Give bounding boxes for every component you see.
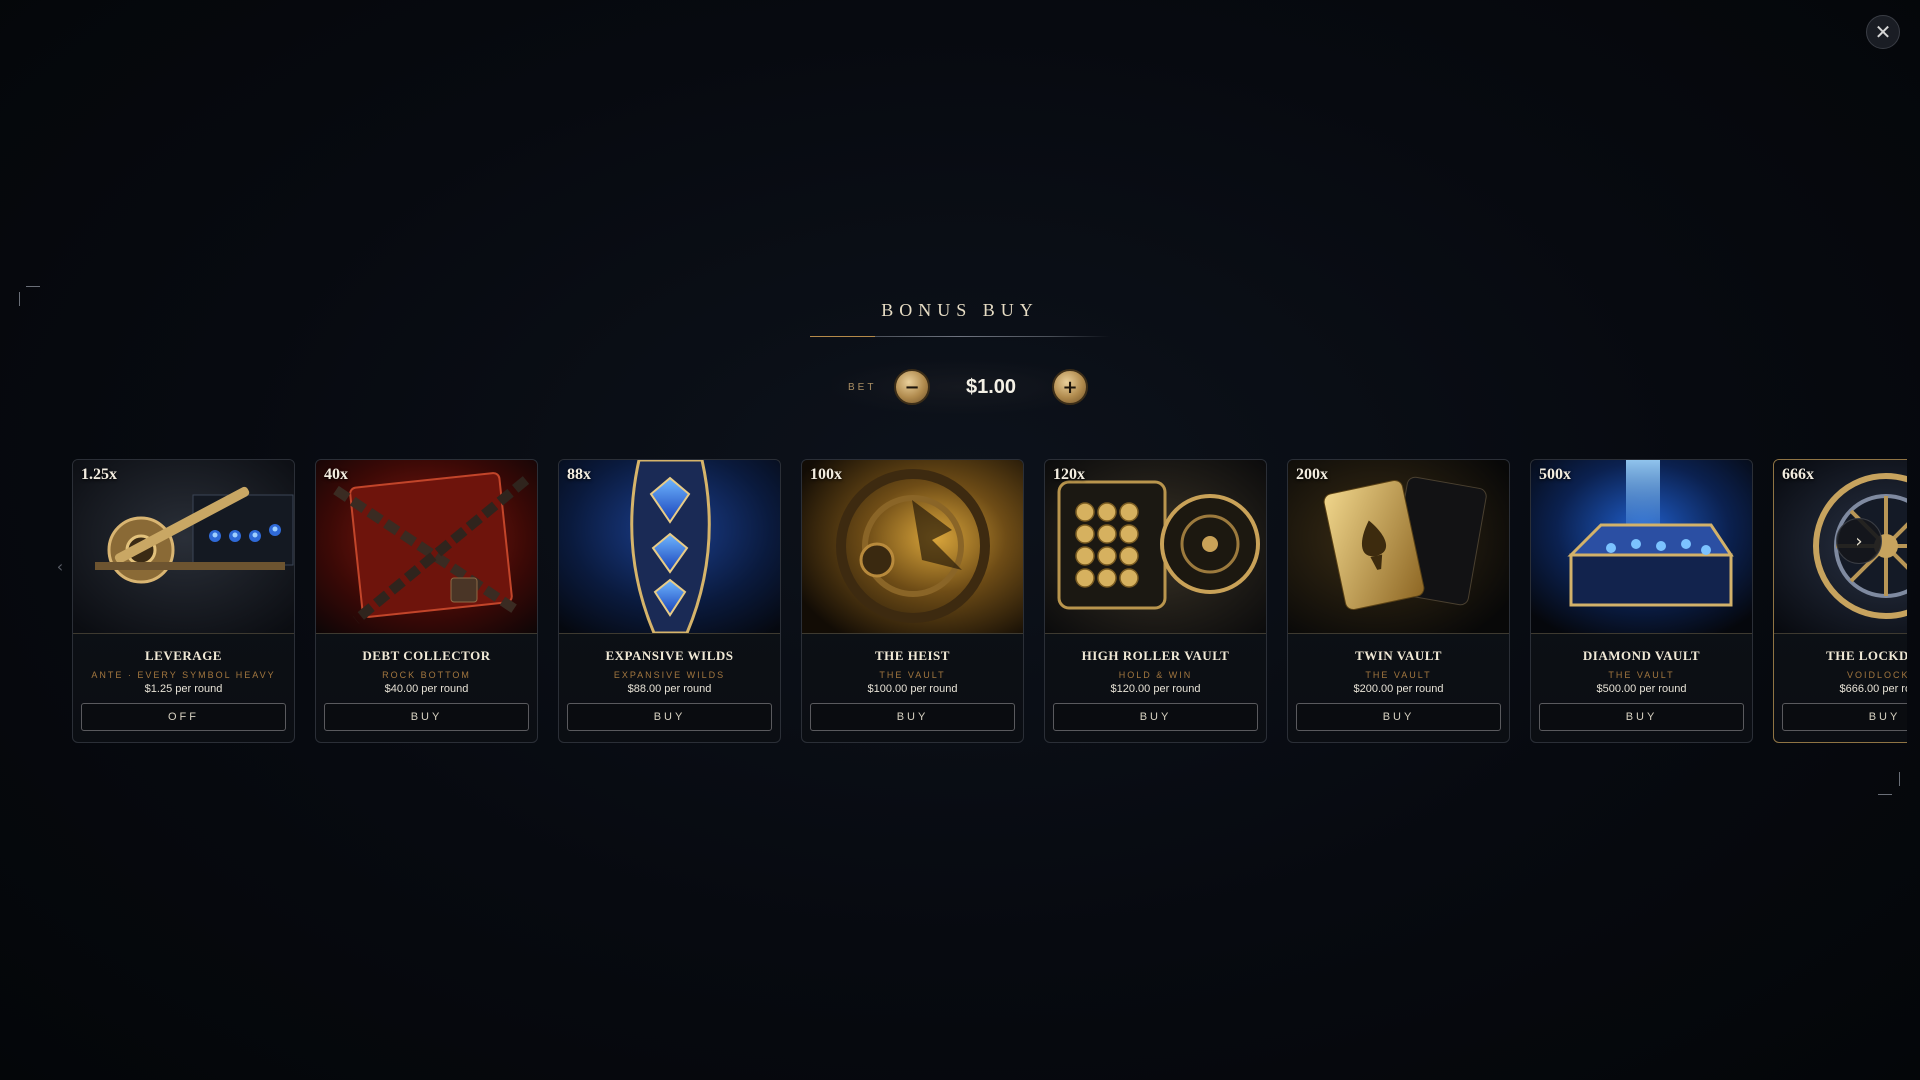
bonus-card-high-roller-vault[interactable]: 120x HIGH ROLLER VAULT HOLD & WIN $120.0… [1044, 459, 1267, 743]
chained-book-icon: 40x [316, 460, 537, 634]
bet-label: BET [848, 381, 877, 393]
card-subtitle: ANTE · EVERY SYMBOL HEAVY [91, 670, 276, 680]
buy-button[interactable]: BUY [1296, 703, 1501, 731]
card-subtitle: HOLD & WIN [1118, 670, 1193, 680]
bonus-card-twin-vault[interactable]: 200x TWIN VAULT THE VAULT $200.00 per ro… [1287, 459, 1510, 743]
card-subtitle: THE VAULT [1365, 670, 1432, 680]
gear-lever-icon: 1.25x [73, 460, 294, 634]
chevron-left-icon: ‹ [56, 556, 64, 576]
card-subtitle: THE VAULT [1608, 670, 1675, 680]
toggle-off-button[interactable]: OFF [81, 703, 286, 731]
bonus-card-leverage[interactable]: 1.25x LEVERAGE ANTE · EVERY SYMBOL HEAVY… [72, 459, 295, 743]
bonus-card-debt-collector[interactable]: 40x DEBT COLLECTOR ROCK BOTTOM $40.00 pe… [315, 459, 538, 743]
card-price: $666.00 per round [1839, 683, 1907, 695]
playing-cards-icon: 200x [1288, 460, 1509, 634]
buy-button[interactable]: BUY [1782, 703, 1907, 731]
chevron-right-icon: › [1855, 530, 1863, 552]
card-title: LEVERAGE [145, 648, 222, 663]
multiplier-label: 1.25x [81, 466, 117, 483]
card-price: $120.00 per round [1110, 683, 1201, 695]
multiplier-label: 666x [1782, 466, 1814, 483]
multiplier-label: 40x [324, 466, 348, 483]
title-divider [810, 336, 1110, 337]
card-title: TWIN VAULT [1355, 648, 1442, 663]
carousel-prev-button[interactable]: ‹ [52, 554, 68, 578]
decrease-bet-button[interactable]: − [894, 369, 930, 405]
buy-button[interactable]: BUY [1539, 703, 1744, 731]
coin-vault-icon: 120x [1045, 460, 1266, 634]
multiplier-label: 120x [1053, 466, 1085, 483]
card-price: $1.25 per round [144, 683, 223, 695]
card-subtitle: EXPANSIVE WILDS [613, 670, 726, 680]
bet-selector: BET − $1.00 + [832, 360, 1088, 414]
card-subtitle: THE VAULT [879, 670, 946, 680]
multiplier-label: 200x [1296, 466, 1328, 483]
plus-icon: + [1062, 376, 1078, 398]
vault-door-icon: 100x [802, 460, 1023, 634]
card-title: THE HEIST [875, 648, 950, 663]
card-price: $40.00 per round [384, 683, 469, 695]
bonus-card-diamond-vault[interactable]: 500x DIAMOND VAULT THE VAULT $500.00 per… [1530, 459, 1753, 743]
close-button[interactable]: ✕ [1866, 15, 1900, 49]
buy-button[interactable]: BUY [324, 703, 529, 731]
increase-bet-button[interactable]: + [1052, 369, 1088, 405]
buy-button[interactable]: BUY [810, 703, 1015, 731]
page-title: BONUS BUY [881, 300, 1039, 320]
card-title: DIAMOND VAULT [1582, 648, 1701, 663]
multiplier-label: 88x [567, 466, 591, 483]
close-icon: ✕ [1874, 20, 1892, 44]
card-title: DEBT COLLECTOR [362, 648, 491, 663]
sapphire-column-icon: 88x [559, 460, 780, 634]
bet-value: $1.00 [965, 375, 1017, 398]
bonus-card-expansive-wilds[interactable]: 88x EXPANSIVE WILDS EXPANSIVE WILDS $88.… [558, 459, 781, 743]
card-subtitle: ROCK BOTTOM [382, 670, 471, 680]
card-price: $200.00 per round [1353, 683, 1444, 695]
corner-ornament [26, 286, 40, 287]
bonus-buy-overlay: ✕ BONUS BUY BET − $1.00 + ‹ 1.25x LEVERA… [0, 0, 1920, 1080]
card-title: THE LOCKDOWN [1826, 648, 1907, 663]
corner-ornament [1899, 772, 1900, 786]
multiplier-label: 100x [810, 466, 842, 483]
card-price: $500.00 per round [1596, 683, 1687, 695]
bonus-card-the-heist[interactable]: 100x THE HEIST THE VAULT $100.00 per rou… [801, 459, 1024, 743]
bonus-card-the-lockdown[interactable]: 666x THE LOCKDOWN VOIDLOCK E $666.00 per… [1773, 459, 1907, 743]
card-title: EXPANSIVE WILDS [605, 648, 734, 663]
card-price: $88.00 per round [627, 683, 712, 695]
carousel-next-button[interactable]: › [1836, 518, 1882, 564]
minus-icon: − [904, 376, 920, 398]
card-price: $100.00 per round [867, 683, 958, 695]
buy-button[interactable]: BUY [1053, 703, 1258, 731]
card-subtitle: VOIDLOCK E [1846, 670, 1907, 680]
multiplier-label: 500x [1539, 466, 1571, 483]
treasure-chest-icon: 500x [1531, 460, 1752, 634]
corner-ornament [1878, 794, 1892, 795]
buy-button[interactable]: BUY [567, 703, 772, 731]
bonus-carousel: 1.25x LEVERAGE ANTE · EVERY SYMBOL HEAVY… [72, 459, 1907, 745]
card-title: HIGH ROLLER VAULT [1081, 648, 1230, 663]
